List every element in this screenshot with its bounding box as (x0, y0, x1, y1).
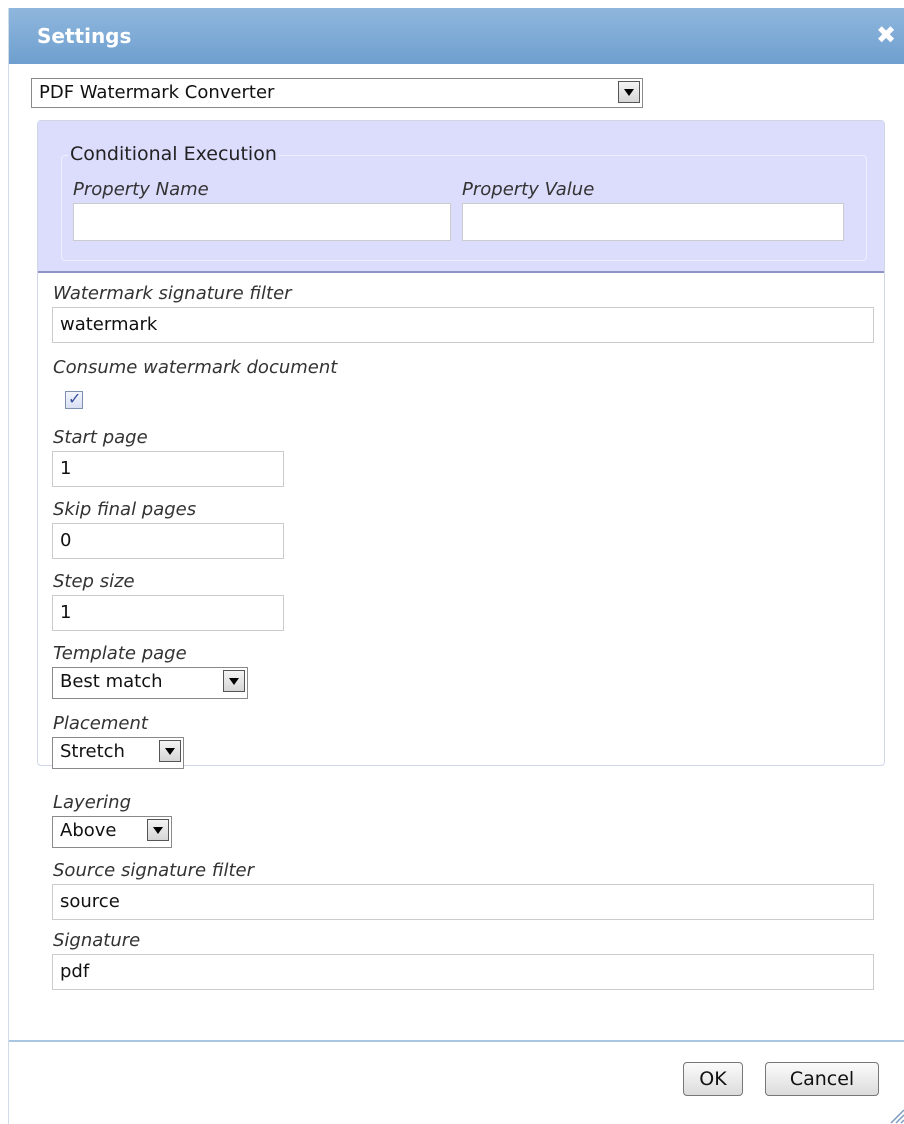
ok-button[interactable]: OK (683, 1062, 743, 1096)
conditional-execution-legend: Conditional Execution (68, 143, 279, 165)
property-value-label: Property Value (462, 179, 595, 200)
settings-panel: Conditional Execution Property Name Prop… (37, 120, 885, 769)
cancel-button[interactable]: Cancel (765, 1062, 879, 1096)
chevron-down-icon[interactable] (147, 819, 169, 841)
footer-divider (9, 1040, 904, 1042)
start-page-label: Start page (53, 427, 148, 448)
template-page-value: Best match (60, 671, 163, 692)
property-value-input[interactable] (462, 203, 844, 241)
dialog-title: Settings (37, 24, 132, 48)
placement-label: Placement (53, 713, 148, 734)
close-icon[interactable]: ✖ (873, 22, 899, 48)
chevron-down-icon[interactable] (223, 670, 245, 692)
placement-value: Stretch (60, 741, 125, 762)
signature-label: Signature (53, 930, 141, 951)
skip-final-pages-label: Skip final pages (53, 499, 197, 520)
signature-input[interactable]: pdf (52, 954, 874, 990)
watermark-signature-filter-label: Watermark signature filter (53, 283, 292, 304)
source-signature-filter-label: Source signature filter (53, 860, 255, 881)
chevron-down-icon[interactable] (159, 740, 181, 762)
source-signature-filter-input[interactable]: source (52, 884, 874, 920)
template-page-label: Template page (53, 643, 187, 664)
step-size-label: Step size (53, 571, 135, 592)
layering-label: Layering (53, 792, 132, 813)
settings-dialog: Settings ✖ PDF Watermark Converter Condi… (8, 8, 904, 1124)
conditional-execution-section: Conditional Execution Property Name Prop… (38, 121, 884, 273)
converter-select[interactable]: PDF Watermark Converter (31, 78, 643, 108)
converter-select-value: PDF Watermark Converter (39, 82, 275, 103)
layering-select[interactable]: Above (52, 816, 172, 848)
consume-watermark-document-label: Consume watermark document (53, 357, 338, 378)
skip-final-pages-input[interactable]: 0 (52, 523, 284, 559)
resize-grip-icon[interactable] (885, 1104, 904, 1124)
layering-value: Above (60, 820, 117, 841)
watermark-signature-filter-input[interactable]: watermark (52, 307, 874, 343)
dialog-titlebar[interactable]: Settings ✖ (9, 8, 904, 64)
placement-select[interactable]: Stretch (52, 737, 184, 769)
start-page-input[interactable]: 1 (52, 451, 284, 487)
property-name-input[interactable] (73, 203, 451, 241)
chevron-down-icon[interactable] (618, 81, 640, 103)
consume-watermark-document-checkbox[interactable] (65, 389, 83, 409)
template-page-select[interactable]: Best match (52, 667, 248, 699)
property-name-label: Property Name (73, 179, 209, 200)
step-size-input[interactable]: 1 (52, 595, 284, 631)
